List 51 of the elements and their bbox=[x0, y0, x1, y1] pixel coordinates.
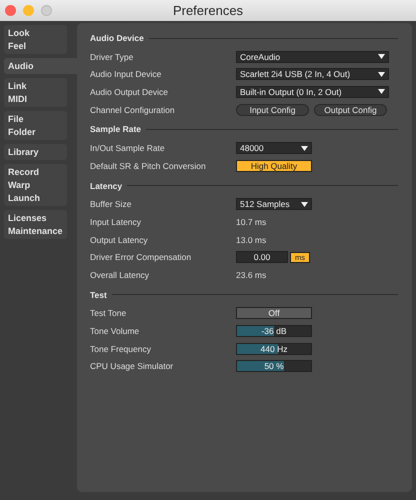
setting-label: Overall Latency bbox=[90, 270, 150, 280]
value-text: 10.7 ms bbox=[236, 216, 266, 227]
section-heading: Latency bbox=[90, 180, 122, 191]
setting-label: Driver Error Compensation bbox=[90, 252, 192, 262]
zoom-button[interactable] bbox=[41, 5, 52, 16]
setting-label: In/Out Sample Rate bbox=[90, 143, 166, 154]
setting-label: CPU Usage Simulator bbox=[90, 361, 174, 372]
minimize-button[interactable] bbox=[23, 5, 34, 16]
window-title: Preferences bbox=[172, 3, 244, 18]
setting-label: Test Tone bbox=[90, 308, 128, 318]
dropdown[interactable]: 512 Samples bbox=[236, 198, 312, 210]
setting-label: Tone Volume bbox=[90, 326, 140, 336]
toggle-button[interactable]: Off bbox=[236, 307, 312, 320]
value-text: 13.0 ms bbox=[236, 234, 266, 245]
dropdown[interactable]: Built-in Output (0 In, 2 Out) bbox=[236, 86, 389, 98]
setting-label: Driver Type bbox=[90, 52, 134, 62]
caret-icon bbox=[301, 202, 308, 207]
setting-label: Input Latency bbox=[90, 216, 142, 227]
caret-icon bbox=[378, 54, 385, 60]
sidebar-tab[interactable]: Audio bbox=[4, 58, 77, 74]
caret-icon bbox=[301, 146, 308, 151]
sidebar-tab[interactable]: Library bbox=[4, 144, 67, 160]
setting-label: Tone Frequency bbox=[90, 344, 152, 354]
section-heading: Audio Device bbox=[90, 33, 144, 43]
setting-label: Audio Input Device bbox=[90, 69, 162, 80]
section-heading: Sample Rate bbox=[90, 124, 142, 134]
caret-icon bbox=[378, 72, 385, 77]
setting-label: Buffer Size bbox=[90, 199, 132, 210]
setting-label: Output Latency bbox=[90, 234, 149, 245]
section-heading: Test bbox=[90, 290, 107, 300]
slider[interactable]: 440 Hz bbox=[236, 342, 312, 355]
config-button[interactable]: Output Config bbox=[314, 104, 387, 116]
number-field[interactable]: 0.00 bbox=[236, 251, 288, 264]
sidebar-tab[interactable]: File Folder bbox=[4, 111, 67, 140]
close-button[interactable] bbox=[5, 5, 16, 16]
dropdown[interactable]: CoreAudio bbox=[236, 50, 389, 63]
sidebar-tab[interactable]: Licenses Maintenance bbox=[4, 210, 67, 239]
dropdown[interactable]: 48000 bbox=[236, 142, 312, 154]
setting-label: Default SR & Pitch Conversion bbox=[90, 160, 207, 171]
toggle-button[interactable]: High Quality bbox=[236, 160, 312, 172]
sidebar-tab[interactable]: Link MIDI bbox=[4, 78, 67, 107]
slider[interactable]: 50 % bbox=[236, 360, 312, 372]
dropdown[interactable]: Scarlett 2i4 USB (2 In, 4 Out) bbox=[236, 68, 389, 80]
caret-icon bbox=[378, 89, 385, 94]
config-button[interactable]: Input Config bbox=[236, 104, 309, 116]
value-text: 23.6 ms bbox=[236, 270, 266, 280]
setting-label: Channel Configuration bbox=[90, 104, 176, 115]
slider[interactable]: -36 dB bbox=[236, 324, 312, 337]
sidebar-tab[interactable]: Look Feel bbox=[4, 25, 67, 54]
sidebar-tab[interactable]: Record Warp Launch bbox=[4, 164, 67, 206]
setting-label: Audio Output Device bbox=[90, 86, 169, 97]
